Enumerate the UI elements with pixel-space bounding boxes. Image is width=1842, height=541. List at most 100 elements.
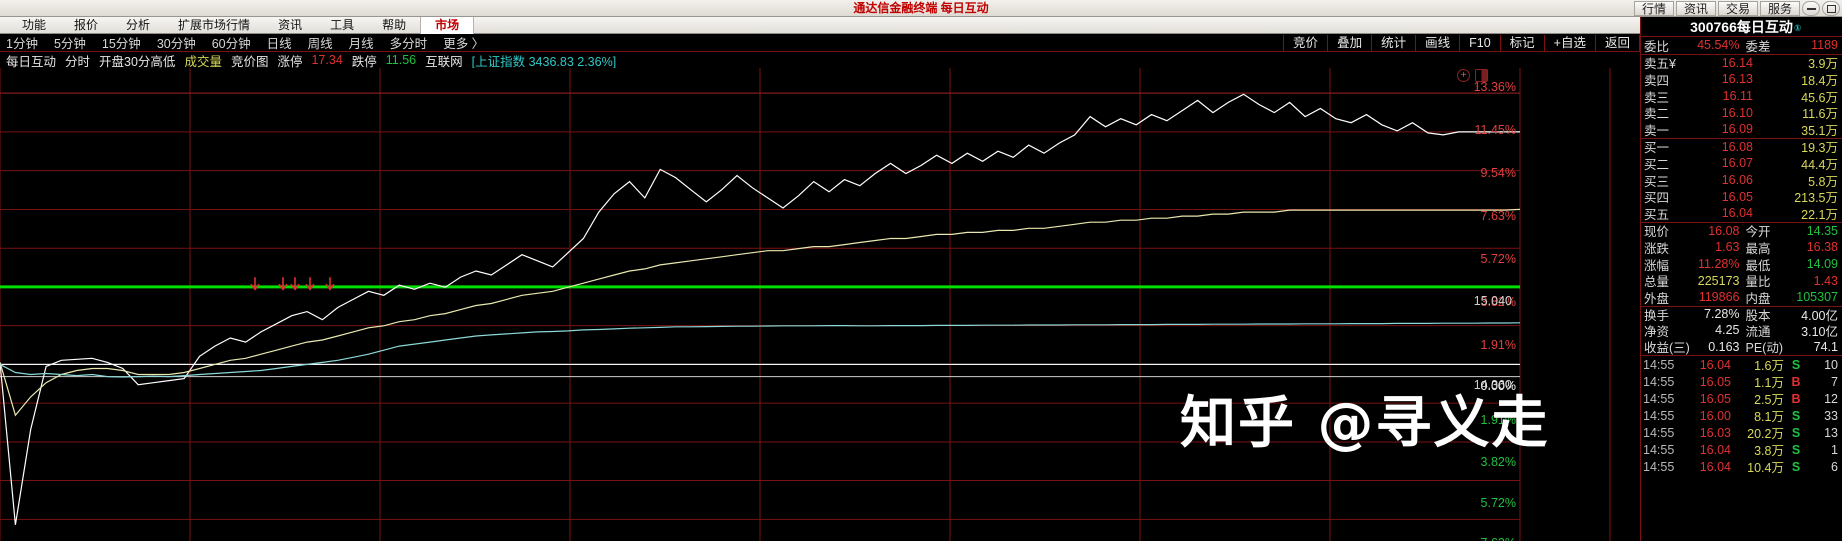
split-pane-icon[interactable]: . — [1475, 69, 1488, 82]
quote-code: 300766 — [1690, 19, 1737, 35]
info-indicator-open30[interactable]: 开盘30分高低 — [99, 51, 175, 70]
tick-time: 14:55 — [1643, 442, 1675, 457]
tick-count: 7 — [1831, 374, 1838, 389]
quote-badge-icon: ① — [1793, 23, 1802, 33]
period-daily[interactable]: 日线 — [259, 33, 300, 52]
chart-info-bar: 每日互动 分时 开盘30分高低 成交量 竞价图 涨停 17.34 跌停 11.5… — [0, 51, 1640, 70]
stat-value-left: 225173 — [1697, 273, 1740, 288]
buy-level-label: 买五 — [1644, 207, 1670, 222]
info-limit-down-label: 跌停 — [351, 54, 377, 69]
minimize-icon[interactable] — [1802, 1, 1820, 16]
stat-value-right: 105307 — [1796, 290, 1838, 305]
weicha-label: 委差 — [1745, 39, 1771, 54]
info-limit-up-label: 涨停 — [277, 54, 303, 69]
period-5min[interactable]: 5分钟 — [46, 33, 94, 52]
sell-row[interactable]: 卖四 16.13 18.4万 — [1641, 71, 1842, 88]
toolbar-button-jingjia[interactable]: 竞价 — [1283, 35, 1329, 51]
period-monthly[interactable]: 月线 — [341, 33, 382, 52]
tick-list: 14:55 16.04 1.6万 S 10 14:55 16.05 1.1万 B 7 14:55 16… — [1641, 355, 1842, 475]
tick-direction: S — [1791, 408, 1801, 423]
period-1min[interactable]: 1分钟 — [0, 33, 46, 52]
stat-value-left: 1.63 — [1715, 240, 1740, 255]
tick-row: 14:55 16.03 20.2万 S 13 — [1641, 424, 1842, 442]
intraday-chart[interactable]: + . 13.36% 11.45% 9.54% 7.63% 5.72% 3.82% 1.91… — [0, 68, 1640, 541]
sell-row[interactable]: 卖三 16.11 45.6万 — [1641, 88, 1842, 105]
stat-label-left: 收益(三) — [1644, 341, 1690, 356]
menu-item-shichang[interactable]: 市场 — [420, 17, 475, 34]
sell-price: 16.14 — [1721, 55, 1753, 70]
restore-icon[interactable] — [1822, 1, 1840, 16]
stat-row: 收益(三) 0.163 PE(动) 74.1 — [1641, 339, 1842, 356]
stat-row: 涨跌 1.63 最高 16.38 — [1641, 239, 1842, 256]
titlebar-button-fuwu[interactable]: 服务 — [1759, 1, 1800, 16]
info-stock-name: 每日互动 — [6, 54, 57, 69]
period-30min[interactable]: 30分钟 — [149, 33, 204, 52]
titlebar-button-hangqing[interactable]: 行情 — [1633, 1, 1674, 16]
period-more[interactable]: 更多 〉 — [435, 33, 492, 52]
buy-price: 16.06 — [1721, 173, 1753, 188]
tick-direction: S — [1791, 357, 1801, 372]
menu-item-gongju[interactable]: 工具 — [316, 17, 368, 34]
plus-circle-icon[interactable]: + — [1457, 69, 1470, 82]
title-bar-buttons: 行情 资讯 交易 服务 — [1633, 1, 1840, 16]
tick-count: 12 — [1824, 391, 1838, 406]
toolbar-button-diejia[interactable]: 叠加 — [1327, 35, 1373, 51]
titlebar-button-jiaoyi[interactable]: 交易 — [1717, 1, 1758, 16]
menu-item-fenxi[interactable]: 分析 — [112, 17, 164, 34]
buy-row[interactable]: 买四 16.05 213.5万 — [1641, 188, 1842, 206]
y-axis-label-10: 5.72% — [1480, 496, 1516, 510]
weicha-value: 1189 — [1811, 38, 1838, 53]
stat-value-right: 14.35 — [1806, 223, 1838, 238]
tick-count: 6 — [1831, 459, 1838, 474]
sell-price: 16.10 — [1721, 105, 1753, 120]
buy-price: 16.05 — [1721, 189, 1753, 204]
tick-row: 14:55 16.05 2.5万 B 12 — [1641, 390, 1842, 408]
stat-row: 外盘 119866 内盘 105307 — [1641, 289, 1842, 306]
toolbar-button-add-watchlist[interactable]: +自选 — [1543, 35, 1596, 51]
tick-price: 16.04 — [1699, 357, 1731, 372]
toolbar-button-biaoji[interactable]: 标记 — [1499, 35, 1545, 51]
stat-value-right: 14.09 — [1806, 257, 1838, 272]
sell-row[interactable]: 卖一 16.09 35.1万 — [1641, 121, 1842, 138]
toolbar-button-tongji[interactable]: 统计 — [1371, 35, 1417, 51]
info-limit-down-value: 11.56 — [385, 53, 417, 67]
menu-item-zixun[interactable]: 资讯 — [264, 17, 316, 34]
tick-direction: S — [1791, 425, 1801, 440]
tick-time: 14:55 — [1643, 459, 1675, 474]
menu-item-gongneng[interactable]: 功能 — [8, 17, 60, 34]
tick-direction: B — [1791, 374, 1801, 389]
info-sector[interactable]: 互联网 — [425, 51, 463, 70]
tick-price: 16.03 — [1699, 425, 1731, 440]
info-index-summary: [上证指数 3436.83 2.36%] — [471, 54, 617, 69]
buy-row[interactable]: 买二 16.07 44.4万 — [1641, 155, 1842, 172]
sell-row[interactable]: 卖五¥ 16.14 3.9万 — [1641, 55, 1842, 72]
quote-header: 300766每日互动 ① — [1641, 17, 1842, 37]
info-indicator-volume[interactable]: 成交量 — [184, 51, 222, 70]
stat-value-left: 119866 — [1698, 290, 1740, 305]
toolbar-button-f10[interactable]: F10 — [1459, 35, 1501, 51]
info-chart-mode[interactable]: 分时 — [65, 51, 90, 70]
stat-row: 净资 4.25 流通 3.10亿 — [1641, 322, 1842, 339]
menu-item-bangzhu[interactable]: 帮助 — [368, 17, 420, 34]
period-multi-intraday[interactable]: 多分时 — [382, 33, 436, 52]
titlebar-button-zixun[interactable]: 资讯 — [1675, 1, 1716, 16]
sell-price: 16.09 — [1721, 122, 1753, 137]
buy-row[interactable]: 买五 16.04 22.1万 — [1641, 205, 1842, 222]
y-axis-label-1: 11.45% — [1474, 123, 1516, 137]
toolbar-button-huaxian[interactable]: 画线 — [1415, 35, 1461, 51]
toolbar-button-back[interactable]: 返回 — [1594, 35, 1640, 51]
menu-item-baojia[interactable]: 报价 — [60, 17, 112, 34]
tick-direction: S — [1791, 442, 1801, 457]
buy-row[interactable]: 买三 16.06 5.8万 — [1641, 172, 1842, 189]
weibi-label: 委比 — [1644, 39, 1670, 54]
menu-item-kuozhanshichang[interactable]: 扩展市场行情 — [164, 17, 264, 34]
buy-row[interactable]: 买一 16.08 19.3万 — [1641, 139, 1842, 156]
sell-row[interactable]: 卖二 16.10 11.6万 — [1641, 104, 1842, 122]
period-60min[interactable]: 60分钟 — [204, 33, 259, 52]
tick-row: 14:55 16.00 8.1万 S 33 — [1641, 407, 1842, 425]
stat-value-right: 74.1 — [1813, 339, 1838, 354]
period-weekly[interactable]: 周线 — [300, 33, 341, 52]
period-15min[interactable]: 15分钟 — [94, 33, 149, 52]
info-indicator-auction[interactable]: 竞价图 — [231, 51, 269, 70]
price-tag-high: 15.040 — [1473, 294, 1512, 308]
